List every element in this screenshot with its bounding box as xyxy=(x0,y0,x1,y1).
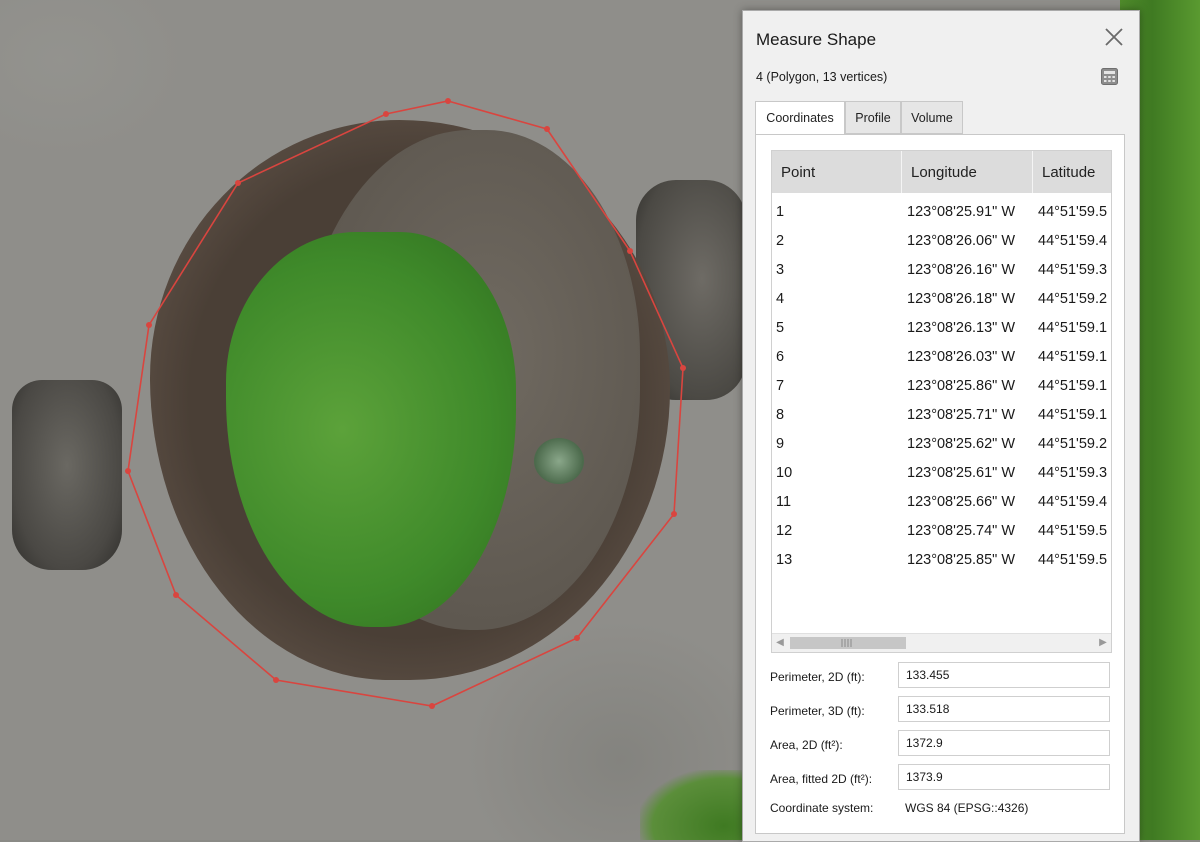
cell-point: 8 xyxy=(776,406,785,423)
table-row[interactable]: 5 123°08'26.13" W 44°51'59.1 xyxy=(772,313,1111,342)
polygon-vertex xyxy=(383,111,389,117)
cell-point: 9 xyxy=(776,435,785,452)
cell-point: 5 xyxy=(776,319,785,336)
table-row[interactable]: 4 123°08'26.18" W 44°51'59.2 xyxy=(772,284,1111,313)
cell-longitude: 123°08'26.03" W xyxy=(907,348,1016,365)
horizontal-scrollbar[interactable]: ◀ ▶ xyxy=(772,633,1111,652)
cell-latitude: 44°51'59.3 xyxy=(1038,464,1108,481)
area-2d-label: Area, 2D (ft²): xyxy=(770,738,843,752)
cell-point: 1 xyxy=(776,203,785,220)
table-row[interactable]: 11 123°08'25.66" W 44°51'59.4 xyxy=(772,487,1111,516)
area-2d-field[interactable]: 1372.9 xyxy=(898,730,1110,756)
cell-latitude: 44°51'59.4 xyxy=(1038,232,1108,249)
cell-latitude: 44°51'59.3 xyxy=(1038,261,1108,278)
shape-summary: 4 (Polygon, 13 vertices) xyxy=(756,70,888,84)
polygon-vertex xyxy=(273,677,279,683)
polygon-vertex xyxy=(627,248,633,254)
tab-coordinates[interactable]: Coordinates xyxy=(755,101,845,135)
calculator-icon[interactable] xyxy=(1101,68,1118,85)
polygon-vertex xyxy=(235,180,241,186)
cell-longitude: 123°08'25.66" W xyxy=(907,493,1016,510)
cell-latitude: 44°51'59.2 xyxy=(1038,290,1108,307)
area-fitted-field[interactable]: 1373.9 xyxy=(898,764,1110,790)
cell-latitude: 44°51'59.1 xyxy=(1038,377,1108,394)
cell-point: 12 xyxy=(776,522,793,539)
polygon-vertex xyxy=(574,635,580,641)
cell-point: 4 xyxy=(776,290,785,307)
column-header-latitude[interactable]: Latitude xyxy=(1033,151,1111,193)
cell-latitude: 44°51'59.5 xyxy=(1038,522,1108,539)
cell-longitude: 123°08'25.86" W xyxy=(907,377,1016,394)
cell-latitude: 44°51'59.2 xyxy=(1038,435,1108,452)
cell-longitude: 123°08'26.16" W xyxy=(907,261,1016,278)
column-header-longitude[interactable]: Longitude xyxy=(902,151,1033,193)
cell-longitude: 123°08'25.62" W xyxy=(907,435,1016,452)
measure-shape-dialog: Measure Shape 4 (Polygon, 13 vertices) C… xyxy=(742,10,1140,842)
cell-point: 3 xyxy=(776,261,785,278)
polygon-vertex xyxy=(173,592,179,598)
table-row[interactable]: 10 123°08'25.61" W 44°51'59.3 xyxy=(772,458,1111,487)
perimeter-3d-field[interactable]: 133.518 xyxy=(898,696,1110,722)
cell-longitude: 123°08'25.61" W xyxy=(907,464,1016,481)
close-icon[interactable] xyxy=(1101,24,1127,50)
cell-point: 13 xyxy=(776,551,793,568)
cell-latitude: 44°51'59.1 xyxy=(1038,406,1108,423)
perimeter-3d-label: Perimeter, 3D (ft): xyxy=(770,704,865,718)
table-row[interactable]: 8 123°08'25.71" W 44°51'59.1 xyxy=(772,400,1111,429)
cell-latitude: 44°51'59.5 xyxy=(1038,203,1108,220)
table-row[interactable]: 13 123°08'25.85" W 44°51'59.5 xyxy=(772,545,1111,574)
tab-volume[interactable]: Volume xyxy=(901,101,963,134)
scroll-left-icon[interactable]: ◀ xyxy=(774,636,786,650)
cell-point: 2 xyxy=(776,232,785,249)
cell-point: 6 xyxy=(776,348,785,365)
cell-latitude: 44°51'59.4 xyxy=(1038,493,1108,510)
cell-longitude: 123°08'25.85" W xyxy=(907,551,1016,568)
cell-point: 7 xyxy=(776,377,785,394)
cell-longitude: 123°08'25.91" W xyxy=(907,203,1016,220)
column-header-point[interactable]: Point xyxy=(772,151,902,193)
coordinates-panel: Point Longitude Latitude 1 123°08'25.91" … xyxy=(755,134,1125,834)
area-fitted-label: Area, fitted 2D (ft²): xyxy=(770,772,873,786)
table-row[interactable]: 3 123°08'26.16" W 44°51'59.3 xyxy=(772,255,1111,284)
polygon-vertex xyxy=(544,126,550,132)
coordinate-system-label: Coordinate system: xyxy=(770,801,874,815)
polygon-vertex xyxy=(146,322,152,328)
cell-latitude: 44°51'59.5 xyxy=(1038,551,1108,568)
cell-latitude: 44°51'59.1 xyxy=(1038,319,1108,336)
table-header: Point Longitude Latitude xyxy=(772,151,1111,193)
cell-longitude: 123°08'25.74" W xyxy=(907,522,1016,539)
polygon-vertex xyxy=(680,365,686,371)
cell-longitude: 123°08'26.06" W xyxy=(907,232,1016,249)
scroll-right-icon[interactable]: ▶ xyxy=(1097,636,1109,650)
polygon-vertex xyxy=(445,98,451,104)
coordinate-system-value: WGS 84 (EPSG::4326) xyxy=(905,801,1029,815)
table-row[interactable]: 12 123°08'25.74" W 44°51'59.5 xyxy=(772,516,1111,545)
polygon-vertex xyxy=(429,703,435,709)
table-row[interactable]: 6 123°08'26.03" W 44°51'59.1 xyxy=(772,342,1111,371)
polygon-vertices[interactable] xyxy=(125,98,686,709)
cell-longitude: 123°08'26.13" W xyxy=(907,319,1016,336)
cell-point: 11 xyxy=(776,493,792,510)
table-row[interactable]: 1 123°08'25.91" W 44°51'59.5 xyxy=(772,197,1111,226)
table-row[interactable]: 7 123°08'25.86" W 44°51'59.1 xyxy=(772,371,1111,400)
cell-longitude: 123°08'25.71" W xyxy=(907,406,1016,423)
tab-profile[interactable]: Profile xyxy=(845,101,901,134)
perimeter-2d-label: Perimeter, 2D (ft): xyxy=(770,670,865,684)
polygon-outline[interactable] xyxy=(127,100,684,707)
cell-longitude: 123°08'26.18" W xyxy=(907,290,1016,307)
cell-point: 10 xyxy=(776,464,793,481)
polygon-vertex xyxy=(125,468,131,474)
cell-latitude: 44°51'59.1 xyxy=(1038,348,1108,365)
dialog-title: Measure Shape xyxy=(756,30,877,49)
coordinates-table[interactable]: Point Longitude Latitude 1 123°08'25.91" … xyxy=(771,150,1112,653)
table-row[interactable]: 9 123°08'25.62" W 44°51'59.2 xyxy=(772,429,1111,458)
table-row[interactable]: 2 123°08'26.06" W 44°51'59.4 xyxy=(772,226,1111,255)
scrollbar-grip-icon xyxy=(841,639,852,647)
polygon-vertex xyxy=(671,511,677,517)
perimeter-2d-field[interactable]: 133.455 xyxy=(898,662,1110,688)
